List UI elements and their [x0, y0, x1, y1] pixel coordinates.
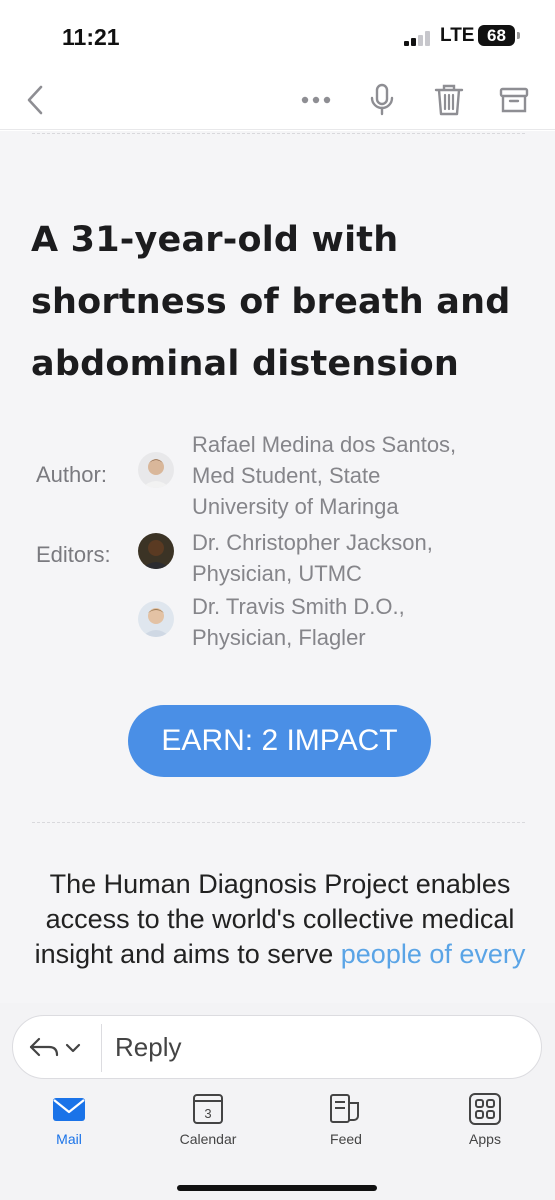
section-divider: [32, 822, 525, 823]
top-divider: [32, 133, 525, 134]
reply-options-button[interactable]: [27, 1032, 93, 1064]
status-bar: 11:21 LTE 68: [0, 0, 555, 70]
mail-icon: [53, 1098, 85, 1121]
reply-bar: Reply: [0, 1003, 555, 1091]
archive-icon: [499, 87, 529, 113]
message-toolbar: [0, 70, 555, 130]
svg-text:3: 3: [204, 1106, 211, 1121]
editor-role: Physician, UTMC: [192, 561, 362, 586]
editors-label: Editors:: [36, 542, 111, 567]
author-label: Author:: [36, 462, 107, 487]
apps-icon: [469, 1093, 501, 1125]
tab-apps-label: Apps: [469, 1131, 501, 1147]
reply-placeholder: Reply: [115, 1032, 182, 1062]
editor-info: Dr. Travis Smith D.O., Physician, Flagle…: [192, 591, 405, 653]
delete-button[interactable]: [429, 80, 469, 120]
tab-calendar-label: Calendar: [179, 1131, 237, 1147]
battery-icon: 68: [478, 25, 520, 46]
reply-field[interactable]: Reply: [12, 1015, 542, 1079]
earn-impact-button[interactable]: EARN: 2 IMPACT: [128, 705, 431, 777]
back-button[interactable]: [16, 80, 56, 120]
author-info: Rafael Medina dos Santos, Med Student, S…: [192, 429, 456, 522]
tab-calendar[interactable]: 3 Calendar: [153, 1091, 263, 1161]
tab-mail-label: Mail: [56, 1131, 82, 1147]
more-button[interactable]: [296, 80, 336, 120]
tab-apps[interactable]: Apps: [430, 1091, 540, 1161]
email-title: A 31-year-old with shortness of breath a…: [31, 220, 511, 384]
editor-info: Dr. Christopher Jackson, Physician, UTMC: [192, 527, 433, 589]
mail-screen: 11:21 LTE 68 A 31-year-old with shortnes…: [0, 0, 555, 1200]
signal-icon: [404, 30, 434, 46]
editor-name: Dr. Travis Smith D.O.,: [192, 594, 405, 619]
editor-role: Physician, Flagler: [192, 625, 366, 650]
editor-avatar: [138, 533, 174, 569]
tab-mail[interactable]: Mail: [14, 1091, 124, 1161]
archive-button[interactable]: [494, 80, 534, 120]
more-icon: [301, 96, 331, 104]
trash-icon: [434, 84, 464, 116]
network-type: LTE: [440, 25, 475, 46]
feed-icon: [330, 1094, 359, 1123]
tab-feed-label: Feed: [330, 1131, 362, 1147]
status-time: 11:21: [62, 24, 120, 50]
chevron-left-icon: [27, 85, 43, 115]
editor-name: Dr. Christopher Jackson,: [192, 530, 433, 555]
calendar-icon: 3: [193, 1094, 223, 1124]
author-school: University of Maringa: [192, 494, 399, 519]
reply-arrow-icon: [29, 1037, 81, 1057]
author-role: Med Student, State: [192, 463, 381, 488]
tab-feed[interactable]: Feed: [291, 1091, 401, 1161]
intro-paragraph: The Human Diagnosis Project enables acce…: [30, 867, 530, 972]
reply-separator: [101, 1024, 102, 1072]
bottom-tab-bar: Mail 3 Calendar Feed Apps: [0, 1091, 555, 1200]
intro-link[interactable]: people of every: [341, 939, 526, 969]
author-name: Rafael Medina dos Santos,: [192, 432, 457, 457]
microphone-icon: [370, 83, 394, 116]
email-body: A 31-year-old with shortness of breath a…: [0, 131, 555, 1003]
editor-avatar: [138, 601, 174, 637]
author-avatar: [138, 452, 174, 488]
home-indicator: [177, 1185, 377, 1191]
dictate-button[interactable]: [362, 80, 402, 120]
